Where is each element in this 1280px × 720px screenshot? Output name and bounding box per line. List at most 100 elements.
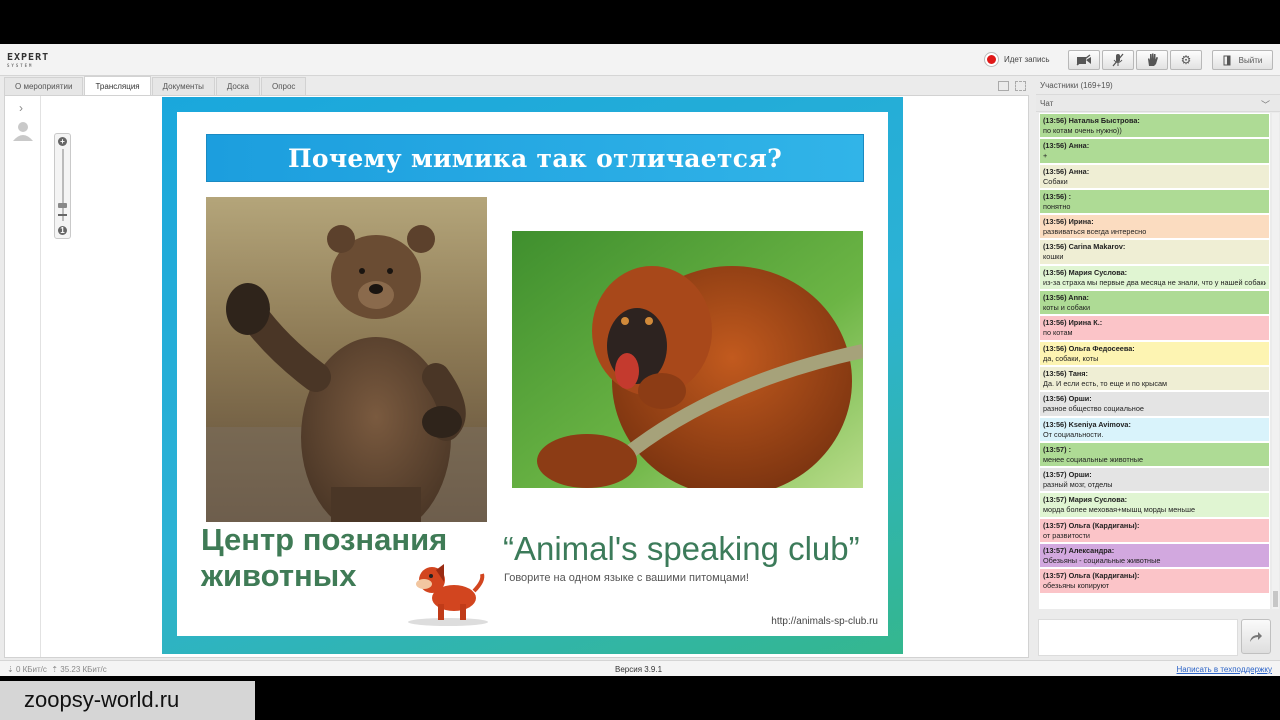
chat-scrollbar[interactable] bbox=[1272, 113, 1279, 609]
version-label: Версия 3.9.1 bbox=[615, 665, 663, 674]
chat-message-author-name: Орши: bbox=[1068, 470, 1092, 480]
chat-message: (13:57) : менее социальные животные bbox=[1039, 441, 1270, 468]
chat-message-time: (13:56) bbox=[1043, 242, 1067, 252]
chat-message-text: разное общество социальное bbox=[1043, 404, 1144, 414]
monkey-photo bbox=[512, 231, 863, 488]
camera-off-button[interactable] bbox=[1068, 50, 1100, 70]
slide-title: Почему мимика так отличается? bbox=[287, 143, 783, 173]
broadcast-area: › + 1 Почему мимика так отличается? Цент… bbox=[4, 95, 1029, 658]
chat-message-author-name: Мария Суслова: bbox=[1068, 495, 1128, 505]
chat-message-text: менее социальные животные bbox=[1043, 454, 1144, 464]
tab-broadcast[interactable]: Трансляция bbox=[84, 76, 151, 95]
record-dot-icon bbox=[985, 53, 998, 66]
raise-hand-button[interactable] bbox=[1136, 50, 1168, 70]
chat-message-author: (13:56) Kseniya Avimova: bbox=[1043, 420, 1266, 430]
chat-message-text: обезьяны копируют bbox=[1043, 581, 1110, 591]
chat-message-author: (13:56) Наталья Быстрова: bbox=[1043, 116, 1266, 126]
window-mode-icon[interactable] bbox=[998, 81, 1009, 91]
chat-message-time: (13:56) bbox=[1043, 191, 1067, 201]
chat-message-author: (13:56) Орши: bbox=[1043, 394, 1266, 404]
zoom-in-icon[interactable]: + bbox=[58, 137, 67, 146]
user-icon[interactable] bbox=[12, 120, 34, 142]
presentation-slide: Почему мимика так отличается? Центр позн… bbox=[162, 97, 903, 654]
settings-button[interactable]: ⚙ bbox=[1170, 50, 1202, 70]
chat-message-author-name: Ирина К.: bbox=[1068, 318, 1103, 328]
chat-message-author-name: Ирина: bbox=[1068, 217, 1094, 227]
recording-label: Идет запись bbox=[1004, 55, 1050, 64]
chat-message-author-name: Анна: bbox=[1068, 141, 1090, 151]
center-name-line1: Центр познания bbox=[201, 522, 448, 557]
logo-text: EXPERT bbox=[7, 52, 50, 63]
chat-message: (13:57) Александра: Обезьяны - социальные… bbox=[1039, 543, 1270, 569]
chat-header[interactable]: Чат ﹀ bbox=[1036, 94, 1280, 112]
chat-message-time: (13:56) bbox=[1043, 318, 1067, 328]
main-tabs: О мероприятии Трансляция Документы Доска… bbox=[0, 76, 1030, 95]
tab-about-event[interactable]: О мероприятии bbox=[4, 77, 84, 95]
camera-off-icon bbox=[1076, 54, 1091, 66]
right-panel: Участники (169+19) Чат ﹀ (13:56) Наталья… bbox=[1036, 76, 1280, 660]
send-button[interactable] bbox=[1241, 619, 1271, 654]
arrow-down-icon: ⇣ bbox=[7, 665, 14, 674]
tab-documents[interactable]: Документы bbox=[151, 77, 215, 95]
zoom-track[interactable] bbox=[62, 149, 64, 221]
participants-header[interactable]: Участники (169+19) bbox=[1040, 81, 1113, 90]
support-link[interactable]: Написать в техподдержку bbox=[1177, 665, 1272, 674]
club-name: “Animal's speaking club” bbox=[503, 530, 860, 567]
zoom-out-icon[interactable] bbox=[58, 214, 67, 216]
chat-message-author: (13:56) Anna: bbox=[1043, 293, 1266, 303]
chat-title: Чат bbox=[1040, 99, 1054, 108]
chat-message-author: (13:57) Александра: bbox=[1043, 546, 1266, 556]
chat-message-author: (13:57) Ольга (Кардиганы): bbox=[1043, 571, 1266, 581]
chat-message-time: (13:56) bbox=[1043, 217, 1067, 227]
chat-message-time: (13:57) bbox=[1043, 546, 1067, 556]
scrollbar-thumb[interactable] bbox=[1273, 591, 1278, 607]
chat-message-author-name: Anna: bbox=[1068, 293, 1089, 303]
chat-message-author: (13:56) Таня: bbox=[1043, 369, 1266, 379]
chat-message-author-name: Орши: bbox=[1068, 394, 1092, 404]
chat-message-text: разный мозг, отделы bbox=[1043, 480, 1113, 490]
chat-message-time: (13:56) bbox=[1043, 141, 1067, 151]
chat-message-time: (13:56) bbox=[1043, 293, 1067, 303]
tab-board[interactable]: Доска bbox=[215, 77, 260, 95]
chat-message: (13:56) Ольга Федосеева: да, собаки, коты bbox=[1039, 340, 1270, 366]
exit-button[interactable]: Выйти bbox=[1212, 50, 1273, 70]
chat-message: (13:56) Ирина: развиваться всегда интерес… bbox=[1039, 214, 1270, 240]
microphone-off-button[interactable] bbox=[1102, 50, 1134, 70]
fullscreen-icon[interactable] bbox=[1015, 81, 1026, 91]
chat-message: (13:56) Ирина К.: по котам bbox=[1039, 315, 1270, 341]
chat-message: (13:56) Анна: + bbox=[1039, 138, 1270, 164]
app-window: EXPERT SYSTEM Идет запись ⚙ Выйти О меро… bbox=[0, 44, 1280, 676]
zoom-slider[interactable]: + 1 bbox=[54, 133, 71, 239]
chat-message-text: Собаки bbox=[1043, 176, 1068, 186]
zoom-handle[interactable] bbox=[58, 203, 67, 208]
watermark-banner: zoopsy-world.ru bbox=[0, 681, 255, 720]
chat-message-text: из-за страха мы первые два месяца не зна… bbox=[1043, 277, 1266, 287]
chat-message-author: (13:56) Ирина: bbox=[1043, 217, 1266, 227]
chat-message-author: (13:57) Мария Суслова: bbox=[1043, 495, 1266, 505]
recording-indicator: Идет запись bbox=[985, 53, 1050, 66]
chevron-down-icon[interactable]: ﹀ bbox=[1261, 98, 1270, 111]
chat-message-time: (13:56) bbox=[1043, 343, 1067, 353]
chat-message: (13:56) Анна: Собаки bbox=[1039, 163, 1270, 189]
club-url: http://animals-sp-club.ru bbox=[771, 616, 878, 627]
chat-message-text: морда более меховая+мышц морды меньше bbox=[1043, 505, 1196, 515]
tab-poll[interactable]: Опрос bbox=[260, 77, 307, 95]
chat-message-list[interactable]: (13:56) Наталья Быстрова: по котам очень … bbox=[1039, 113, 1270, 609]
chat-message-text: да, собаки, коты bbox=[1043, 353, 1099, 363]
chevron-right-icon[interactable]: › bbox=[19, 101, 23, 115]
microphone-off-icon bbox=[1112, 53, 1124, 67]
chat-message: (13:57) Мария Суслова: морда более мехова… bbox=[1039, 492, 1270, 518]
chat-input[interactable] bbox=[1038, 619, 1238, 656]
chat-message-author: (13:56) Ирина К.: bbox=[1043, 318, 1266, 328]
chat-message: (13:56) Таня: Да. И если есть, то еще и п… bbox=[1039, 365, 1270, 392]
chat-message: (13:57) Ольга (Кардиганы): от развитости bbox=[1039, 517, 1270, 544]
chat-message-author: (13:57) Орши: bbox=[1043, 470, 1266, 480]
chat-message-author: (13:56) Анна: bbox=[1043, 141, 1266, 151]
exit-label: Выйти bbox=[1238, 55, 1263, 65]
zoom-reset-icon[interactable]: 1 bbox=[58, 226, 67, 235]
chat-message-author-name: Таня: bbox=[1068, 368, 1088, 378]
chat-message-author-name: Ольга (Кардиганы): bbox=[1068, 520, 1140, 530]
status-bar: ⇣ 0 КБит/с ⇡ 35.23 КБит/с Версия 3.9.1 Н… bbox=[0, 660, 1280, 676]
chat-message-text: коты и собаки bbox=[1043, 303, 1091, 313]
chat-message: (13:56) Мария Суслова: из-за страха мы пе… bbox=[1039, 264, 1270, 291]
